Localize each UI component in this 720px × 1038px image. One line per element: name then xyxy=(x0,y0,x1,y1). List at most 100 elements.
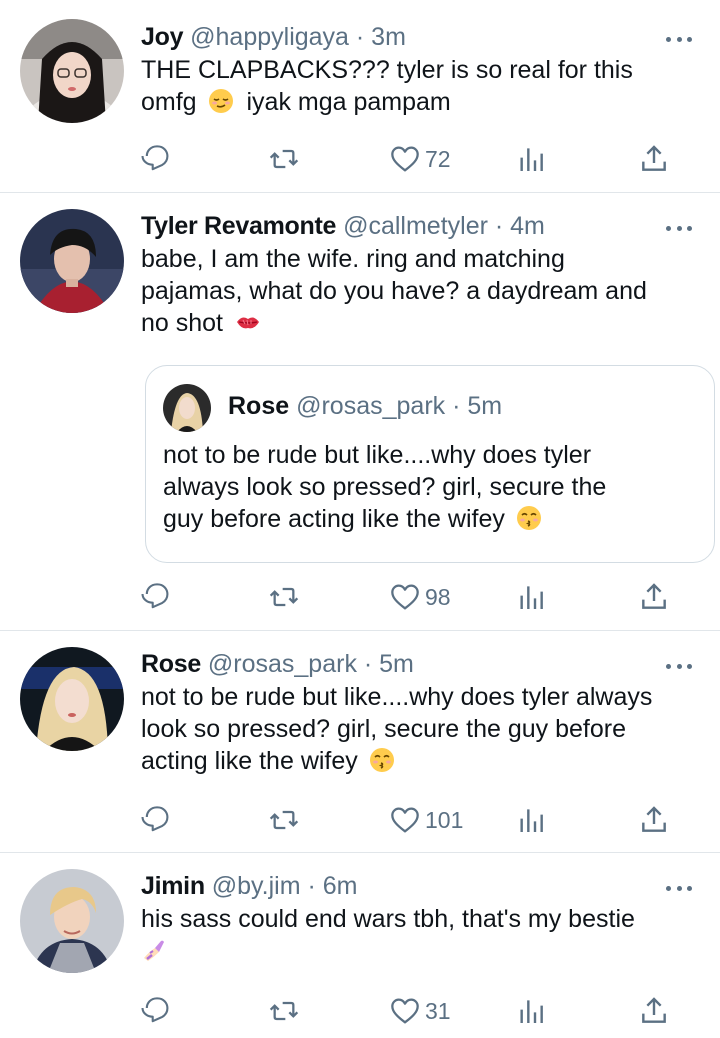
tweet-header: Joy @happyligaya · 3m xyxy=(141,21,660,53)
tweet-header: Jimin @by.jim · 6m xyxy=(141,870,660,902)
retweet-icon xyxy=(269,587,299,607)
tweet-actions: 72 xyxy=(0,139,720,179)
reply-icon xyxy=(141,583,169,609)
share-icon xyxy=(642,145,666,171)
share-button[interactable] xyxy=(638,139,670,179)
tweet-line: no shot xyxy=(141,307,680,339)
author-handle-time[interactable]: @rosas_park · 5m xyxy=(208,650,414,678)
tweet-actions: 31 xyxy=(0,991,720,1031)
tweet-text: not to be rude but like....why does tyle… xyxy=(141,681,680,777)
share-button[interactable] xyxy=(638,800,670,840)
avatar-tyler[interactable] xyxy=(20,209,124,313)
kissing-face-icon xyxy=(516,506,541,530)
analytics-icon xyxy=(520,809,543,832)
retweet-icon xyxy=(269,810,299,830)
analytics-button[interactable] xyxy=(515,800,547,840)
reply-button[interactable] xyxy=(140,139,172,179)
reply-button[interactable] xyxy=(140,991,172,1031)
tweet-line xyxy=(141,935,680,967)
quote-line: not to be rude but like....why does tyle… xyxy=(163,441,592,469)
tweet-line: omfg iyak mga pampam xyxy=(141,88,451,116)
heart-icon xyxy=(391,998,419,1024)
share-button[interactable] xyxy=(638,991,670,1031)
quote-text: not to be rude but like....why does tyle… xyxy=(163,439,694,535)
like-count: 31 xyxy=(425,997,451,1024)
analytics-icon xyxy=(520,1000,543,1023)
author-name[interactable]: Tyler Revamonte xyxy=(141,212,336,240)
share-icon xyxy=(642,806,666,832)
tweet-line: not to be rude but like....why does tyle… xyxy=(141,683,653,711)
tweet-jimin[interactable]: Jimin @by.jim · 6m his sass could end wa… xyxy=(0,853,720,1038)
tweet-line: his sass could end wars tbh, that's my b… xyxy=(141,905,635,933)
tweet-actions: 101 xyxy=(0,800,720,840)
tweet-line: pajamas, what do you have? a daydream an… xyxy=(141,277,647,305)
reply-button[interactable] xyxy=(140,800,172,840)
reply-icon xyxy=(141,997,169,1023)
kiss-mark-icon xyxy=(236,317,259,329)
author-handle-time[interactable]: @callmetyler · 4m xyxy=(343,212,545,240)
tweet-actions: 98 xyxy=(0,577,720,617)
retweet-icon xyxy=(269,149,299,169)
kissing-face-icon xyxy=(369,748,394,772)
tweet-rose[interactable]: Rose @rosas_park · 5m not to be rude but… xyxy=(0,631,720,852)
more-options-icon[interactable] xyxy=(666,224,692,232)
reply-button[interactable] xyxy=(140,577,172,617)
avatar-rose-quote[interactable] xyxy=(163,384,211,432)
more-options-icon[interactable] xyxy=(666,662,692,670)
analytics-button[interactable] xyxy=(515,577,547,617)
author-name[interactable]: Rose xyxy=(141,650,201,678)
author-handle-time[interactable]: @happyligaya · 3m xyxy=(190,23,406,51)
avatar-jimin[interactable] xyxy=(20,869,124,973)
like-button[interactable]: 31 xyxy=(389,991,451,1031)
heart-icon xyxy=(391,584,419,610)
retweet-button[interactable] xyxy=(268,577,300,617)
tweet-text: babe, I am the wife. ring and matching p… xyxy=(141,243,680,339)
like-button[interactable]: 98 xyxy=(389,577,451,617)
analytics-icon xyxy=(520,148,543,171)
tweet-line: look so pressed? girl, secure the guy be… xyxy=(141,715,626,743)
avatar-joy[interactable] xyxy=(20,19,124,123)
tweet-text: THE CLAPBACKS??? tyler is so real for th… xyxy=(141,54,680,118)
quote-line: guy before acting like the wifey xyxy=(163,503,694,535)
nail-polish-icon xyxy=(144,940,164,961)
tweet-line: acting like the wifey xyxy=(141,745,680,777)
retweet-button[interactable] xyxy=(268,991,300,1031)
retweet-button[interactable] xyxy=(268,800,300,840)
share-icon xyxy=(642,583,666,609)
heart-icon xyxy=(391,146,419,172)
relieved-face-icon xyxy=(208,89,233,113)
tweet-joy[interactable]: Joy @happyligaya · 3m THE CLAPBACKS??? t… xyxy=(0,0,720,192)
avatar-rose[interactable] xyxy=(20,647,124,751)
reply-icon xyxy=(141,145,169,171)
analytics-button[interactable] xyxy=(515,991,547,1031)
heart-icon xyxy=(391,807,419,833)
analytics-button[interactable] xyxy=(515,139,547,179)
like-count: 101 xyxy=(425,806,464,833)
retweet-button[interactable] xyxy=(268,139,300,179)
like-count: 72 xyxy=(425,145,451,172)
tweet-tyler[interactable]: Tyler Revamonte @callmetyler · 4m babe, … xyxy=(0,193,720,630)
tweet-header: Tyler Revamonte @callmetyler · 4m xyxy=(141,210,660,242)
tweet-header: Rose @rosas_park · 5m xyxy=(141,648,660,680)
tweet-line: THE CLAPBACKS??? tyler is so real for th… xyxy=(141,56,633,84)
like-count: 98 xyxy=(425,583,451,610)
author-name[interactable]: Joy xyxy=(141,23,183,51)
share-button[interactable] xyxy=(638,577,670,617)
like-button[interactable]: 101 xyxy=(389,800,463,840)
retweet-icon xyxy=(269,1001,299,1021)
tweet-text: his sass could end wars tbh, that's my b… xyxy=(141,903,680,967)
analytics-icon xyxy=(520,586,543,609)
share-icon xyxy=(642,997,666,1023)
quoted-tweet[interactable]: Rose @rosas_park · 5m not to be rude but… xyxy=(145,365,715,563)
more-options-icon[interactable] xyxy=(666,884,692,892)
more-options-icon[interactable] xyxy=(666,35,692,43)
quote-author-handle-time[interactable]: @rosas_park · 5m xyxy=(296,392,502,420)
quote-author-name[interactable]: Rose xyxy=(228,392,289,420)
like-button[interactable]: 72 xyxy=(389,139,451,179)
author-name[interactable]: Jimin xyxy=(141,872,205,900)
tweet-line: babe, I am the wife. ring and matching xyxy=(141,245,565,273)
quote-line: always look so pressed? girl, secure the xyxy=(163,473,607,501)
reply-icon xyxy=(141,806,169,832)
author-handle-time[interactable]: @by.jim · 6m xyxy=(212,872,358,900)
quote-header: Rose @rosas_park · 5m xyxy=(228,390,502,422)
